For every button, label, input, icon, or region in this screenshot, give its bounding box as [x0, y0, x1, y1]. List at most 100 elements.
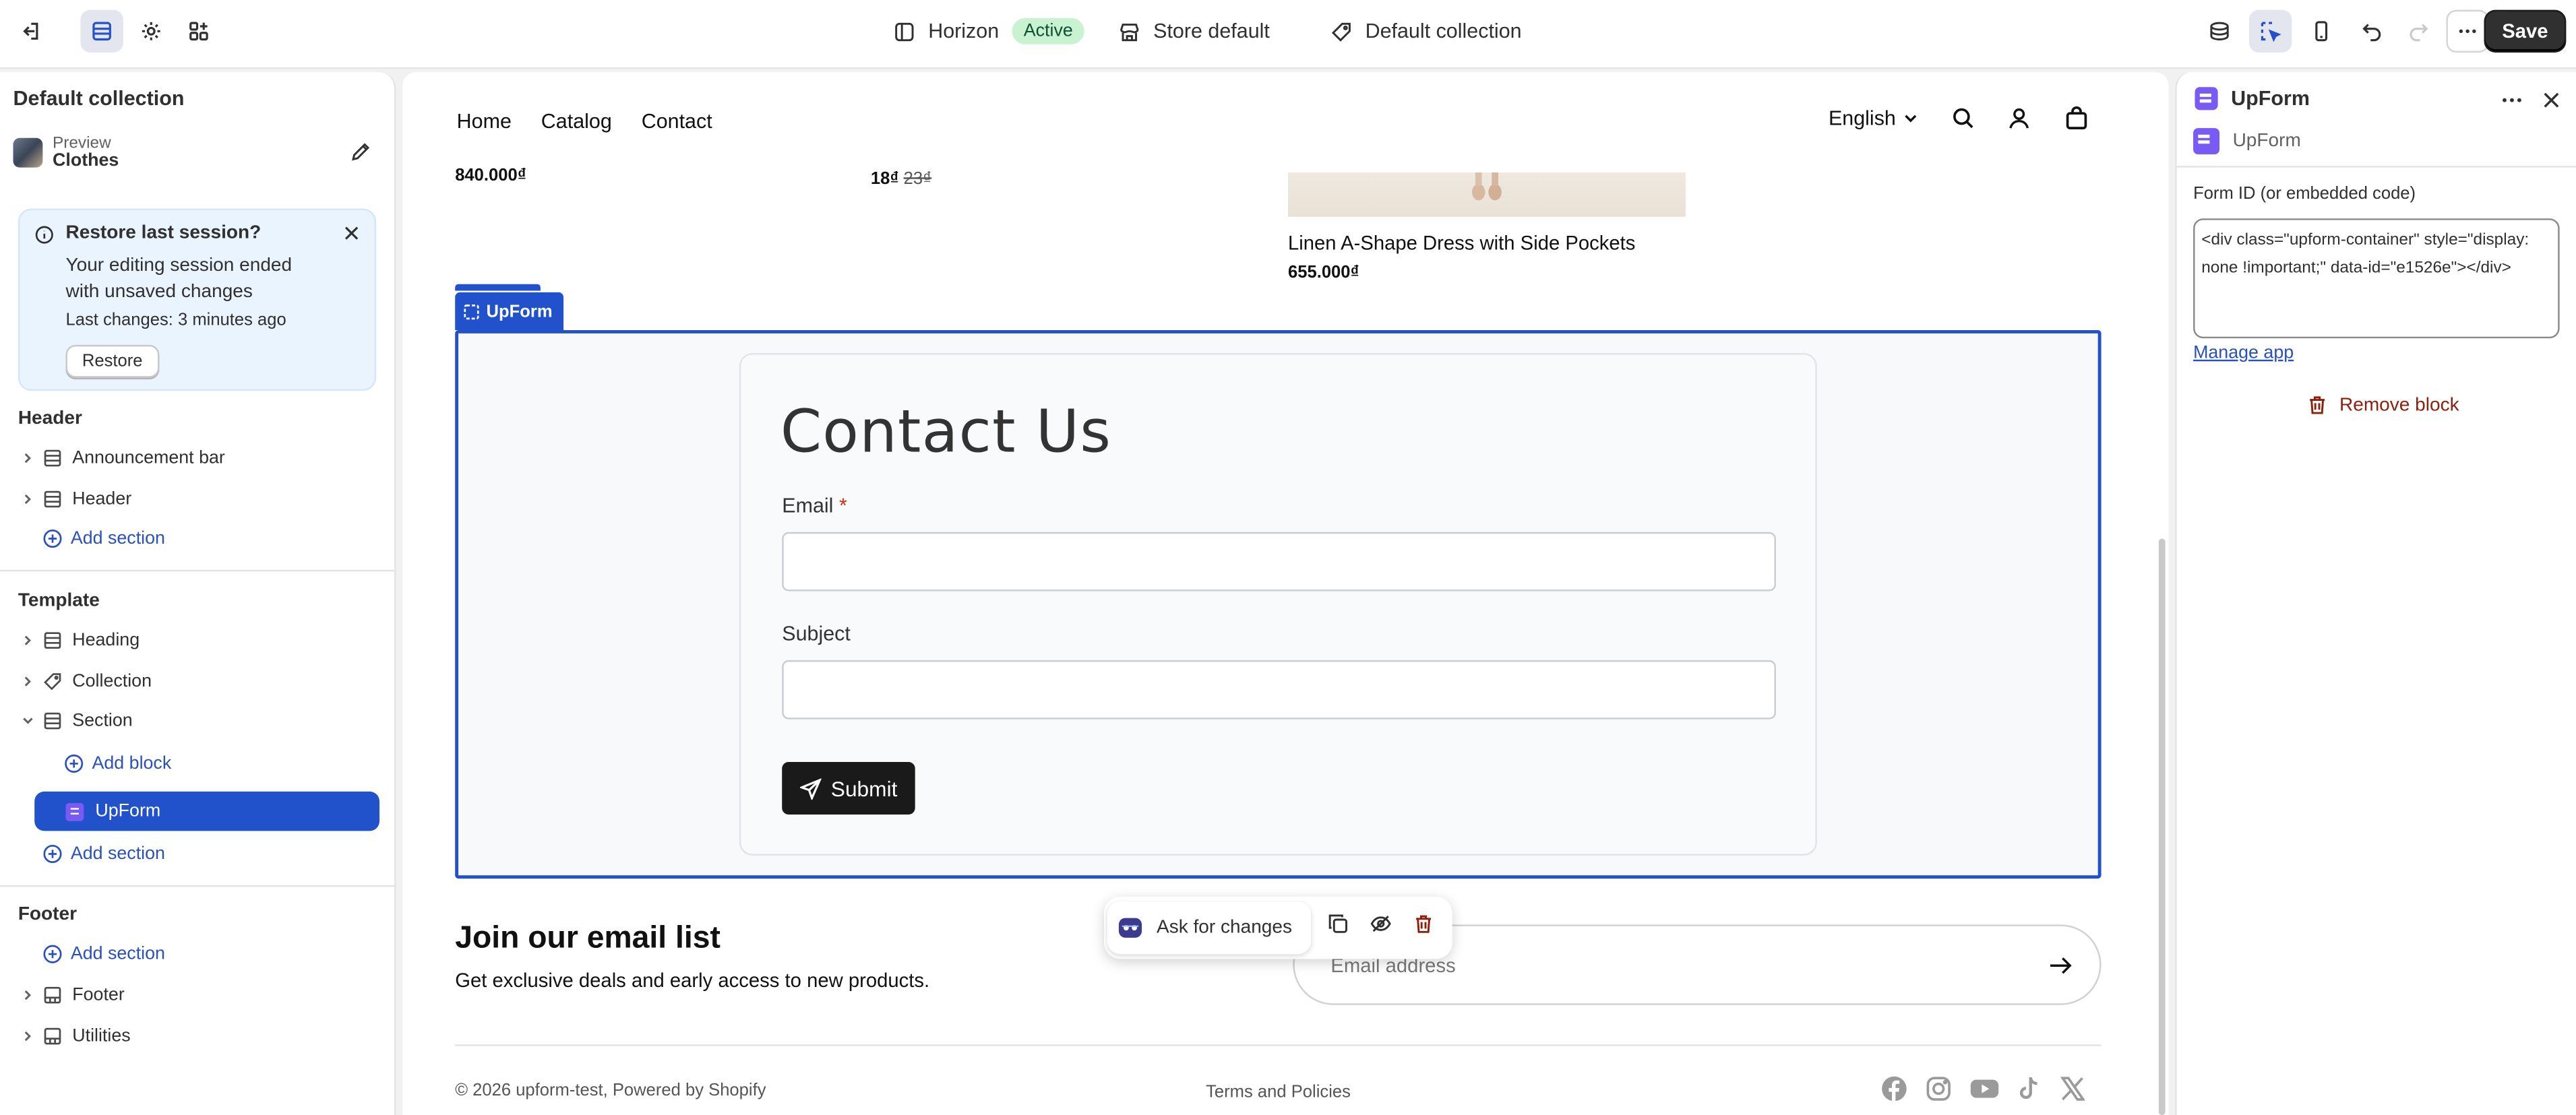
- x-twitter-icon[interactable]: [2060, 1076, 2085, 1102]
- apps-icon[interactable]: [177, 10, 220, 53]
- terms-link[interactable]: Terms and Policies: [1206, 1082, 1351, 1102]
- sidebar-item-collection[interactable]: Collection: [18, 665, 383, 698]
- preview-label: Preview: [53, 135, 119, 153]
- duplicate-icon[interactable]: [1328, 913, 1349, 934]
- form-heading: Contact Us: [780, 399, 1111, 466]
- sidebar-item-footer[interactable]: Footer: [18, 979, 383, 1012]
- chevron-down-icon: [18, 714, 36, 728]
- close-icon[interactable]: [342, 224, 361, 243]
- more-options-icon[interactable]: [2446, 10, 2488, 53]
- restore-session-banner: Restore last session? Your editing sessi…: [18, 209, 376, 391]
- plus-circle-icon: [42, 529, 62, 548]
- store-selector[interactable]: Store default: [1119, 0, 1270, 63]
- restore-button[interactable]: Restore: [66, 345, 159, 378]
- nav-catalog-link[interactable]: Catalog: [541, 110, 612, 133]
- select-mode-icon[interactable]: [2249, 10, 2292, 53]
- plus-circle-icon: [42, 945, 62, 964]
- facebook-icon[interactable]: [1881, 1076, 1907, 1102]
- remove-block-button[interactable]: Remove block: [2306, 394, 2459, 416]
- theme-name: Horizon: [928, 20, 999, 42]
- sidebar-item-label: Header: [72, 489, 131, 509]
- template-selector[interactable]: Default collection: [1330, 0, 1521, 63]
- search-icon[interactable]: [1952, 106, 1975, 129]
- footer-divider: [455, 1044, 2101, 1046]
- section-layout-icon: [42, 448, 62, 468]
- sale-price: 18₫: [871, 169, 899, 189]
- top-bar: Horizon Active Store default Default col…: [0, 0, 2576, 69]
- cart-bag-icon[interactable]: [2064, 105, 2090, 131]
- submit-button[interactable]: Submit: [782, 762, 915, 815]
- upform-block-tab[interactable]: UpForm: [455, 292, 563, 330]
- preview-selector[interactable]: Preview Clothes: [13, 135, 119, 171]
- more-options-icon[interactable]: [2501, 89, 2523, 112]
- undo-icon[interactable]: [2351, 10, 2393, 53]
- plus-circle-icon: [64, 754, 84, 773]
- sidebar-item-label: Utilities: [72, 1026, 130, 1046]
- language-selector[interactable]: English: [1829, 106, 1919, 129]
- sidebar-item-upform-selected[interactable]: UpForm: [34, 792, 379, 831]
- sidebar-item-header[interactable]: Header: [18, 483, 383, 516]
- product-price-sale: 18₫ 23₫: [871, 169, 931, 189]
- sidebar-item-label: UpForm: [95, 802, 160, 821]
- block-floating-toolbar: Ask for changes: [1104, 897, 1452, 959]
- sidebar-item-heading[interactable]: Heading: [18, 624, 383, 657]
- chevron-right-icon: [18, 634, 36, 647]
- nav-contact-link[interactable]: Contact: [642, 110, 712, 133]
- youtube-icon[interactable]: [1970, 1076, 2000, 1102]
- instagram-icon[interactable]: [1926, 1076, 1952, 1102]
- template-group-title: Template: [18, 592, 100, 611]
- close-icon[interactable]: [2540, 89, 2563, 112]
- add-block-button[interactable]: Add block: [40, 747, 404, 780]
- arrow-right-icon[interactable]: [2047, 953, 2073, 979]
- upform-app-icon: [2195, 87, 2218, 110]
- panel-title: UpForm: [2231, 87, 2310, 110]
- theme-selector[interactable]: Horizon Active: [894, 0, 1084, 63]
- product-title[interactable]: Linen A-Shape Dress with Side Pockets: [1288, 232, 1635, 255]
- app-name: UpForm: [2233, 131, 2301, 151]
- add-section-label: Add section: [71, 529, 165, 548]
- sidebar-item-utilities[interactable]: Utilities: [18, 1020, 383, 1053]
- canvas-scrollbar[interactable]: [2159, 539, 2166, 1115]
- select-frame-icon: [463, 303, 479, 319]
- store-icon: [1119, 20, 1140, 42]
- delete-trash-icon[interactable]: [1413, 913, 1434, 934]
- sidebar-item-section[interactable]: Section: [18, 705, 383, 738]
- nav-home-link[interactable]: Home: [457, 110, 512, 133]
- compare-price: 23₫: [904, 169, 932, 189]
- inspector-icon[interactable]: [2198, 10, 2240, 53]
- plus-circle-icon: [42, 844, 62, 864]
- manage-app-link[interactable]: Manage app: [2193, 343, 2294, 362]
- section-layout-icon: [42, 631, 62, 650]
- preview-value: Clothes: [53, 153, 119, 171]
- newsletter-subtitle: Get exclusive deals and early access to …: [455, 969, 929, 992]
- mobile-preview-icon[interactable]: [2300, 10, 2343, 53]
- tiktok-icon[interactable]: [2017, 1076, 2042, 1102]
- sidebar-item-announcement-bar[interactable]: Announcement bar: [18, 442, 383, 475]
- ask-for-changes-button[interactable]: Ask for changes: [1107, 901, 1311, 954]
- send-icon: [799, 777, 821, 799]
- account-icon[interactable]: [2008, 106, 2031, 129]
- exit-icon[interactable]: [8, 10, 51, 53]
- add-section-header-button[interactable]: Add section: [18, 522, 383, 555]
- subject-field[interactable]: [782, 660, 1776, 720]
- form-id-textarea[interactable]: <div class="upform-container" style="dis…: [2193, 218, 2560, 338]
- product-image[interactable]: [1288, 172, 1686, 217]
- email-field[interactable]: [782, 532, 1776, 592]
- save-button[interactable]: Save: [2484, 10, 2566, 53]
- sidebar-title: Default collection: [13, 87, 185, 110]
- header-group-title: Header: [18, 409, 82, 428]
- sections-icon[interactable]: [80, 10, 123, 53]
- edit-pencil-icon[interactable]: [350, 141, 371, 163]
- theme-icon: [894, 20, 915, 42]
- redo-icon[interactable]: [2397, 10, 2439, 53]
- chevron-down-icon: [1903, 110, 1919, 126]
- chevron-right-icon: [18, 492, 36, 506]
- block-settings-panel: UpForm UpForm Form ID (or embedded code)…: [2175, 72, 2576, 1115]
- hide-eye-icon[interactable]: [1370, 913, 1392, 934]
- store-name: Store default: [1153, 20, 1270, 42]
- product-price: 840.000₫: [455, 166, 526, 181]
- settings-gear-icon[interactable]: [130, 10, 173, 53]
- add-section-footer-button[interactable]: Add section: [18, 938, 383, 971]
- submit-label: Submit: [831, 776, 898, 801]
- add-section-template-button[interactable]: Add section: [18, 837, 383, 870]
